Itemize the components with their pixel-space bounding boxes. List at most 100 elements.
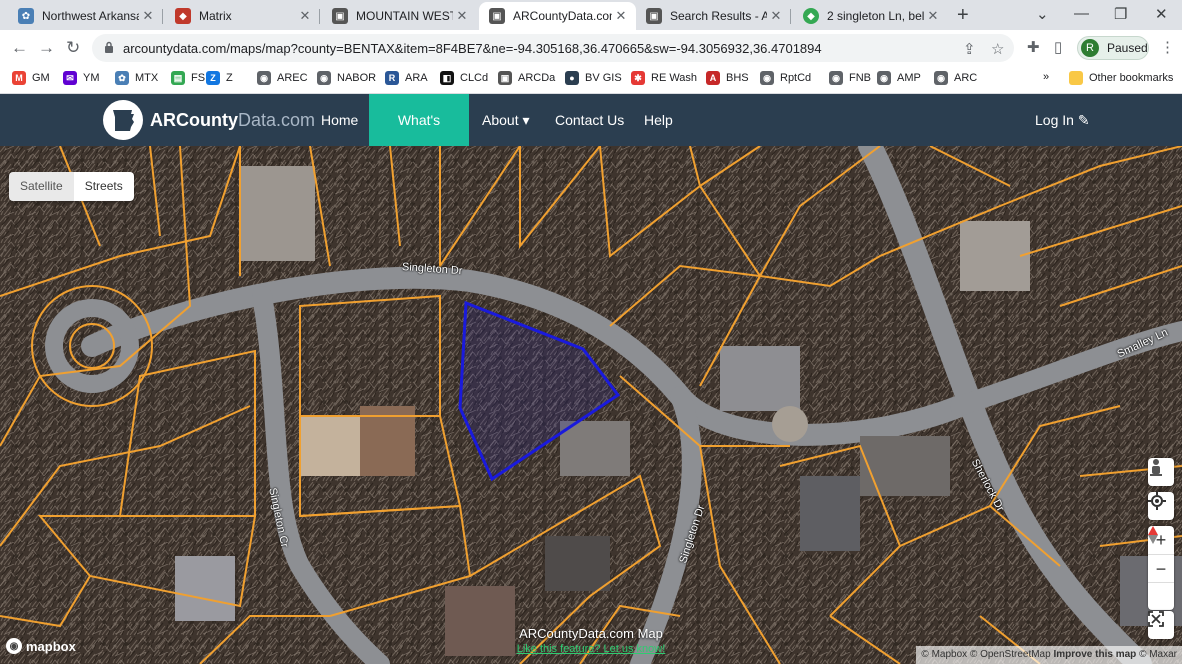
address-bar[interactable]: arcountydata.com/maps/map?county=BENTAX&… — [92, 34, 1014, 62]
parcel-map[interactable]: Singleton Dr Singleton Cr Singleton Dr S… — [0, 146, 1182, 664]
map-caption-title: ARCountyData.com Map — [519, 626, 663, 641]
nav-about[interactable]: About ▾ — [470, 94, 542, 146]
browser-tab[interactable]: ✿ Northwest Arkansas B ✕ — [8, 2, 163, 30]
bookmark-icon: ◉ — [257, 71, 271, 85]
arkansas-logo-icon[interactable] — [103, 100, 143, 140]
browser-tab[interactable]: ◆ 2 singleton Ln, bella v ✕ — [793, 2, 948, 30]
back-icon[interactable]: ← — [11, 38, 28, 58]
bookmark-icon: ◉ — [934, 71, 948, 85]
tab-title: Matrix — [199, 9, 232, 23]
close-icon[interactable]: ✕ — [612, 8, 630, 24]
globe-icon: ✿ — [18, 8, 34, 24]
tab-separator — [162, 9, 163, 24]
bookmark-label: MTX — [135, 72, 159, 84]
tab-search-button[interactable]: ⌄ — [1036, 5, 1049, 23]
streets-button[interactable]: Streets — [73, 172, 134, 201]
bookmark-icon: ◉ — [829, 71, 843, 85]
other-bookmarks-folder[interactable]: Other bookmarks — [1069, 71, 1173, 85]
reload-icon[interactable]: ↻ — [66, 38, 80, 58]
folder-icon — [1069, 71, 1083, 85]
site-logo-text[interactable]: ARCountyData.com — [150, 110, 315, 131]
bookmarks-bar: M GM ✉ YM ✿ MTX ▤ FS Z Z ◉ AREC ◉ NABOR R ARA ◧ CLCd ▣ ARCD… — [0, 66, 1182, 94]
other-bookmarks-label: Other bookmarks — [1089, 72, 1174, 84]
extensions-icon[interactable]: ✚ — [1027, 38, 1040, 56]
feedback-link[interactable]: Like this feature? Let us know! — [495, 643, 687, 655]
close-window-button[interactable]: ✕ — [1155, 5, 1168, 23]
nav-help[interactable]: Help — [632, 94, 685, 146]
attribution-osm[interactable]: © OpenStreetMap — [970, 649, 1051, 660]
bookmark-item[interactable]: ✿ MTX — [115, 71, 158, 85]
bookmark-item[interactable]: M GM — [12, 71, 50, 85]
locate-icon[interactable] — [1148, 492, 1174, 520]
bookmark-label: BV GIS — [585, 72, 622, 84]
attribution-mapbox[interactable]: © Mapbox — [921, 649, 967, 660]
bookmark-item[interactable]: ◉ NABOR — [317, 71, 376, 85]
tab-separator — [319, 9, 320, 24]
nav-contact-us[interactable]: Contact Us — [543, 94, 636, 146]
bookmark-item[interactable]: ZZ — [206, 71, 233, 85]
close-icon[interactable]: ✕ — [139, 8, 157, 24]
share-icon[interactable]: ⇪ — [963, 40, 976, 58]
bookmark-item[interactable]: ◉ RptCd — [760, 71, 811, 85]
close-icon[interactable]: ✕ — [296, 8, 314, 24]
menu-icon[interactable]: ⋮ — [1160, 38, 1175, 56]
close-icon[interactable]: ✕ — [924, 8, 942, 24]
bookmark-item[interactable]: ◉ FNB — [829, 71, 871, 85]
basemap-toggle: Satellite Streets — [9, 172, 134, 201]
bookmark-icon: ◉ — [317, 71, 331, 85]
bookmark-label: BHS — [726, 72, 749, 84]
arcounty-icon: ▣ — [489, 8, 505, 24]
bookmark-label: ARA — [405, 72, 428, 84]
bookmark-item[interactable]: ◉ AREC — [257, 71, 308, 85]
lock-icon — [105, 41, 113, 53]
bookmark-item[interactable]: ● BV GIS — [565, 71, 622, 85]
bookmark-icon: ✱ — [631, 71, 645, 85]
bookmark-item[interactable]: ◉ AMP — [877, 71, 921, 85]
satellite-button[interactable]: Satellite — [9, 172, 74, 201]
browser-tab-active[interactable]: ▣ ARCountyData.com M ✕ — [479, 2, 636, 30]
bookmark-label: CLCd — [460, 72, 489, 84]
nav-log-in[interactable]: Log In ✎ — [1023, 94, 1102, 146]
forward-icon[interactable]: → — [38, 38, 55, 58]
zoom-out-button[interactable]: − — [1148, 554, 1174, 582]
bookmark-icon: ◧ — [440, 71, 454, 85]
tab-title: Northwest Arkansas B — [42, 9, 139, 23]
arcounty-icon: ▣ — [646, 8, 662, 24]
minimize-button[interactable]: — — [1074, 5, 1089, 22]
bookmark-item[interactable]: ▣ ARCDa — [498, 71, 555, 85]
mapbox-logo[interactable]: ◉ mapbox — [6, 638, 76, 654]
browser-tab[interactable]: ▣ Search Results - ARCo ✕ — [636, 2, 791, 30]
profile-button[interactable]: R Paused — [1077, 36, 1149, 60]
bookmark-icon: ◉ — [760, 71, 774, 85]
compass-icon[interactable] — [1148, 526, 1174, 610]
improve-map-link[interactable]: Improve this map — [1053, 649, 1136, 660]
more-bookmarks-button[interactable]: » — [1043, 71, 1049, 83]
bookmark-icon: R — [385, 71, 399, 85]
close-icon[interactable]: ✕ — [767, 8, 785, 24]
pegman-icon[interactable] — [1148, 458, 1174, 486]
attribution-maxar[interactable]: © Maxar — [1139, 649, 1177, 660]
bookmark-icon: A — [706, 71, 720, 85]
matrix-icon: ◆ — [175, 8, 191, 24]
fullscreen-icon[interactable] — [1148, 611, 1174, 639]
bookmark-label: AREC — [277, 72, 308, 84]
bookmark-item[interactable]: ✱ RE Wash — [631, 71, 697, 85]
bookmark-item[interactable]: ◧ CLCd — [440, 71, 488, 85]
nav-home[interactable]: Home — [309, 94, 370, 146]
bookmark-item[interactable]: R ARA — [385, 71, 428, 85]
new-tab-button[interactable]: + — [957, 5, 969, 25]
nav-whats-new[interactable]: What's New? — [369, 94, 469, 180]
browser-tab[interactable]: ▣ MOUNTAIN WEST IRA ✕ — [322, 2, 477, 30]
close-icon[interactable]: ✕ — [453, 8, 471, 24]
bookmark-item[interactable]: ✉ YM — [63, 71, 100, 85]
side-panel-icon[interactable]: ▯ — [1054, 38, 1062, 56]
bookmark-label: ARCDa — [518, 72, 556, 84]
tab-title: MOUNTAIN WEST IRA — [356, 9, 453, 23]
bookmark-item[interactable]: A BHS — [706, 71, 749, 85]
bookmark-label: RptCd — [780, 72, 812, 84]
bookmark-star-icon[interactable]: ☆ — [991, 40, 1004, 58]
bookmark-item[interactable]: ▤ FS — [171, 71, 205, 85]
bookmark-item[interactable]: ◉ ARC — [934, 71, 977, 85]
maximize-button[interactable]: ❐ — [1114, 5, 1127, 23]
browser-tab[interactable]: ◆ Matrix ✕ — [165, 2, 320, 30]
